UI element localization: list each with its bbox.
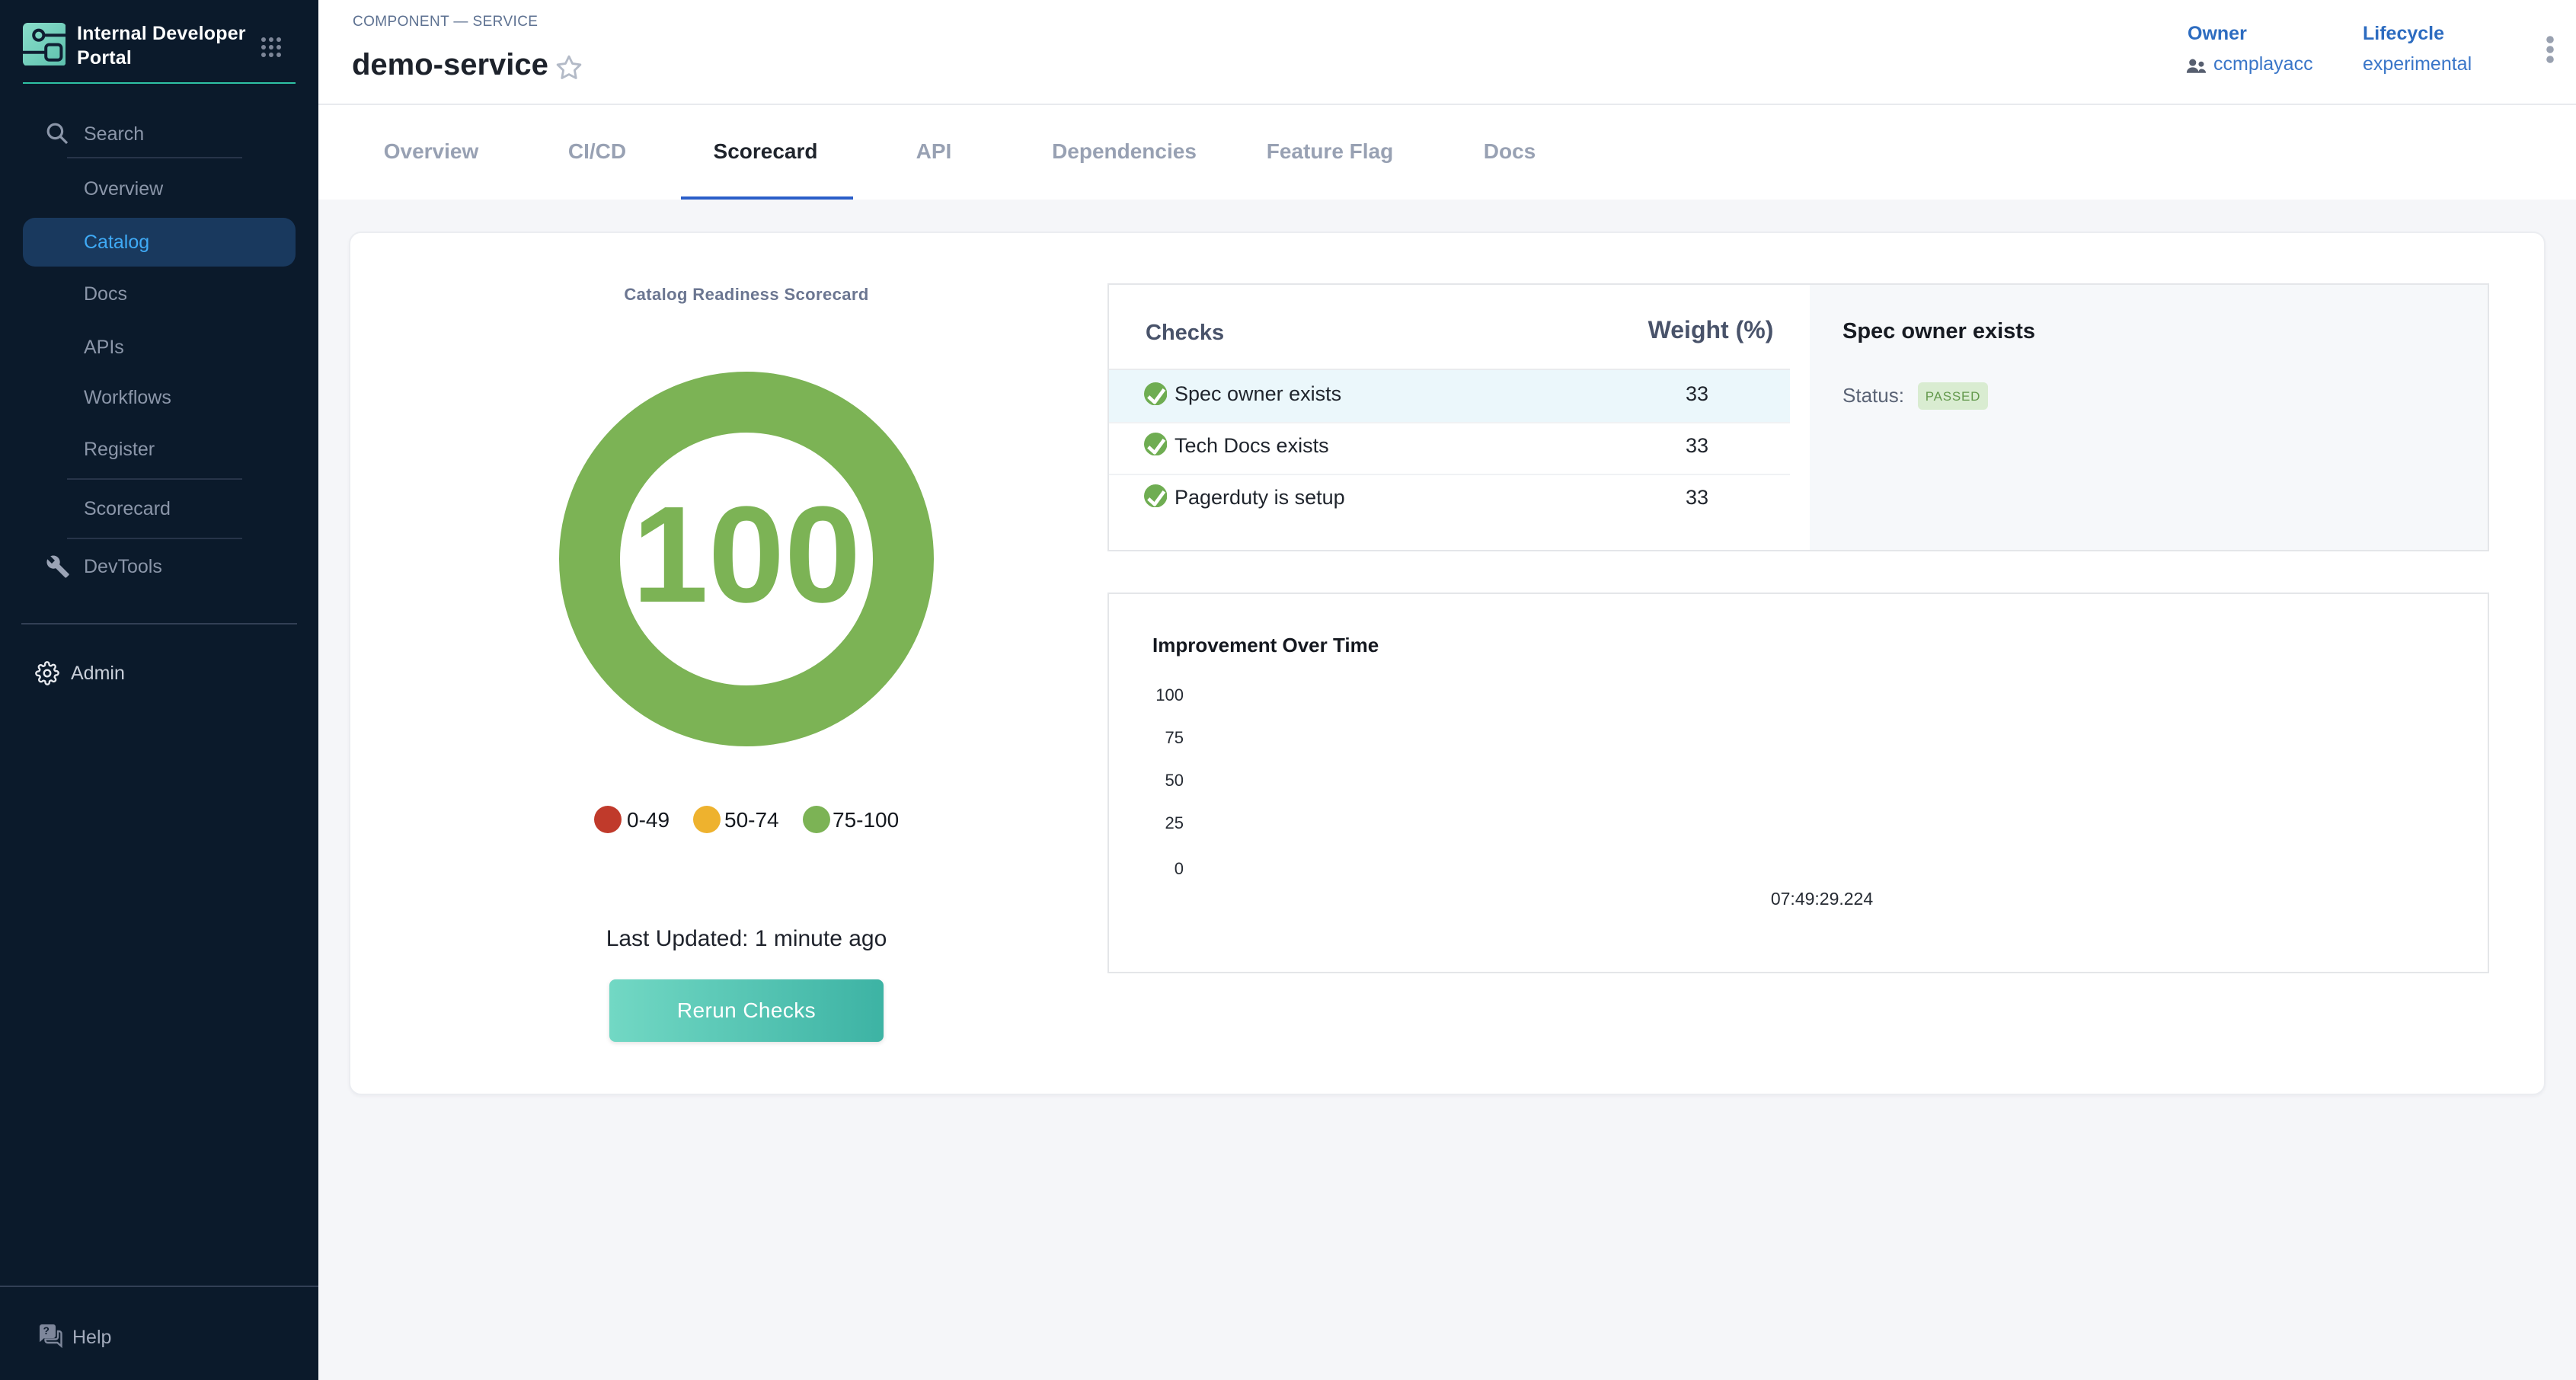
svg-text:?: ? (43, 1325, 49, 1337)
